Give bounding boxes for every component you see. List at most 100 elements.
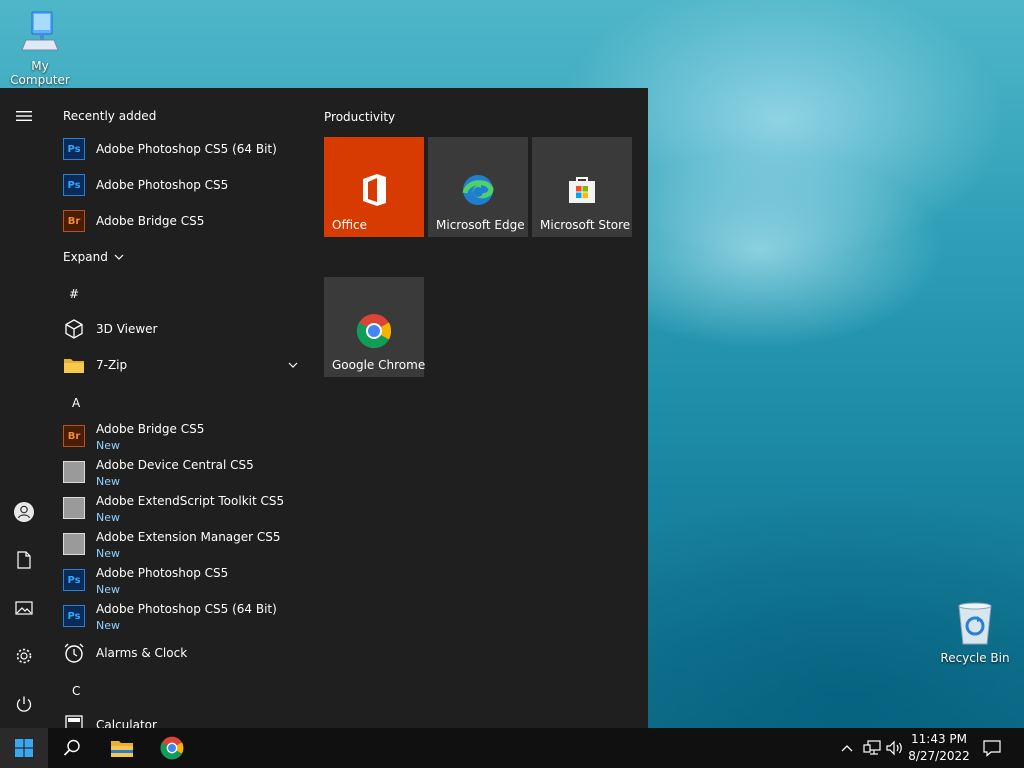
tile-label: Google Chrome bbox=[332, 358, 426, 372]
volume-icon bbox=[886, 740, 902, 756]
tile-google-chrome[interactable]: Google Chrome bbox=[324, 277, 426, 377]
search-button[interactable] bbox=[48, 728, 96, 768]
new-badge: New bbox=[96, 475, 120, 488]
tile-microsoft-store[interactable]: Microsoft Store bbox=[532, 137, 632, 237]
list-item[interactable]: 3D Viewer bbox=[63, 311, 303, 347]
list-item[interactable]: 7-Zip bbox=[63, 347, 303, 383]
app-label: Adobe Photoshop CS5 bbox=[96, 178, 229, 192]
tiles-area: Productivity Office Microsoft Edge Micro… bbox=[312, 88, 648, 728]
tile-microsoft-edge[interactable]: Microsoft Edge bbox=[428, 137, 528, 237]
pictures-icon bbox=[15, 601, 33, 615]
list-item[interactable]: Ps Adobe Photoshop CS5 (64 Bit) bbox=[63, 131, 303, 167]
photoshop-icon: Ps bbox=[63, 605, 85, 627]
recycle-bin-icon bbox=[958, 602, 992, 645]
notification-button[interactable] bbox=[968, 728, 1016, 768]
chevron-down-icon bbox=[114, 254, 124, 260]
app-label: Adobe Photoshop CS5 (64 Bit) bbox=[96, 142, 277, 156]
pictures-button[interactable] bbox=[0, 584, 48, 632]
user-account-button[interactable] bbox=[0, 488, 48, 536]
desktop-icon-label: Recycle Bin bbox=[940, 651, 1010, 665]
app-label: 7-Zip bbox=[96, 358, 128, 372]
app-label: 3D Viewer bbox=[96, 322, 158, 336]
new-badge: New bbox=[96, 583, 120, 596]
expand-label: Expand bbox=[63, 250, 108, 264]
list-item[interactable]: Br Adobe Bridge CS5 New bbox=[63, 418, 303, 454]
search-icon bbox=[63, 739, 80, 756]
cube-icon bbox=[65, 319, 83, 339]
documents-button[interactable] bbox=[0, 536, 48, 584]
power-button[interactable] bbox=[0, 680, 48, 728]
new-badge: New bbox=[96, 511, 120, 524]
app-label: Alarms & Clock bbox=[96, 646, 188, 660]
user-icon bbox=[14, 502, 34, 522]
chrome-taskbar-button[interactable] bbox=[148, 728, 196, 768]
chevron-down-icon[interactable] bbox=[288, 362, 298, 368]
start-rail bbox=[0, 88, 48, 728]
section-header-c[interactable]: C bbox=[72, 684, 80, 698]
device-central-icon bbox=[63, 461, 85, 483]
list-item[interactable]: Adobe ExtendScript Toolkit CS5 New bbox=[63, 490, 303, 526]
new-badge: New bbox=[96, 619, 120, 632]
desktop-icon-my-computer[interactable]: My Computer bbox=[0, 10, 80, 87]
network-icon bbox=[863, 740, 881, 755]
app-label: Adobe Bridge CS5 bbox=[96, 214, 205, 228]
app-label: Adobe Photoshop CS5 bbox=[96, 566, 229, 580]
tile-group-title: Productivity bbox=[324, 110, 396, 124]
taskbar: 11:43 PM 8/27/2022 bbox=[0, 728, 1024, 768]
chevron-up-icon bbox=[841, 745, 853, 752]
list-item[interactable]: Alarms & Clock bbox=[63, 635, 303, 671]
settings-icon bbox=[16, 648, 32, 664]
photoshop-icon: Ps bbox=[63, 569, 85, 591]
alarm-clock-icon bbox=[64, 643, 84, 663]
app-label: Adobe Extension Manager CS5 bbox=[96, 530, 281, 544]
tile-label: Microsoft Edge bbox=[436, 218, 525, 232]
section-header-a[interactable]: A bbox=[72, 396, 80, 410]
photoshop-icon: Ps bbox=[63, 174, 85, 196]
app-list[interactable]: Recently added Ps Adobe Photoshop CS5 (6… bbox=[48, 88, 312, 728]
list-item[interactable]: Ps Adobe Photoshop CS5 New bbox=[63, 562, 303, 598]
app-label: Adobe Photoshop CS5 (64 Bit) bbox=[96, 602, 277, 616]
tile-label: Office bbox=[332, 218, 368, 232]
start-menu: Recently added Ps Adobe Photoshop CS5 (6… bbox=[0, 88, 648, 728]
network-button[interactable] bbox=[860, 728, 884, 768]
list-item[interactable]: Br Adobe Bridge CS5 bbox=[63, 203, 303, 239]
volume-button[interactable] bbox=[884, 728, 906, 768]
clock-date: 8/27/2022 bbox=[908, 749, 970, 763]
list-item[interactable]: Calculator bbox=[63, 707, 303, 728]
list-item[interactable]: Ps Adobe Photoshop CS5 (64 Bit) New bbox=[63, 598, 303, 634]
file-explorer-button[interactable] bbox=[98, 728, 146, 768]
folder-icon bbox=[64, 359, 84, 373]
clock-time: 11:43 PM bbox=[911, 732, 967, 746]
list-item[interactable]: Adobe Device Central CS5 New bbox=[63, 454, 303, 490]
list-item[interactable]: Adobe Extension Manager CS5 New bbox=[63, 526, 303, 562]
settings-button[interactable] bbox=[0, 632, 48, 680]
tile-office[interactable]: Office bbox=[324, 137, 424, 237]
calculator-icon bbox=[65, 715, 83, 728]
new-badge: New bbox=[96, 547, 120, 560]
edge-icon bbox=[462, 175, 494, 205]
desktop-icon-label: My Computer bbox=[10, 59, 70, 87]
documents-icon bbox=[17, 551, 31, 569]
list-item[interactable]: Ps Adobe Photoshop CS5 bbox=[63, 167, 303, 203]
app-label: Adobe ExtendScript Toolkit CS5 bbox=[96, 494, 285, 508]
extension-manager-icon bbox=[63, 533, 85, 555]
chrome-icon bbox=[356, 314, 392, 349]
chrome-icon bbox=[160, 736, 184, 760]
section-header-hash[interactable]: # bbox=[69, 287, 79, 301]
expand-button[interactable]: Expand bbox=[63, 250, 124, 264]
file-explorer-icon bbox=[111, 741, 133, 757]
tile-label: Microsoft Store bbox=[540, 218, 631, 232]
computer-icon bbox=[21, 11, 59, 51]
hamburger-menu-icon bbox=[16, 111, 32, 121]
recently-added-heading: Recently added bbox=[63, 109, 157, 123]
start-button[interactable] bbox=[0, 728, 48, 768]
bridge-icon: Br bbox=[63, 210, 85, 232]
office-icon bbox=[363, 174, 386, 206]
extendscript-icon bbox=[63, 497, 85, 519]
app-label: Adobe Device Central CS5 bbox=[96, 458, 254, 472]
tray-overflow-button[interactable] bbox=[836, 728, 858, 768]
desktop-icon-recycle-bin[interactable]: Recycle Bin bbox=[935, 602, 1015, 665]
hamburger-menu-button[interactable] bbox=[0, 92, 48, 140]
taskbar-clock[interactable]: 11:43 PM 8/27/2022 bbox=[904, 731, 974, 765]
app-label: Calculator bbox=[96, 718, 157, 728]
